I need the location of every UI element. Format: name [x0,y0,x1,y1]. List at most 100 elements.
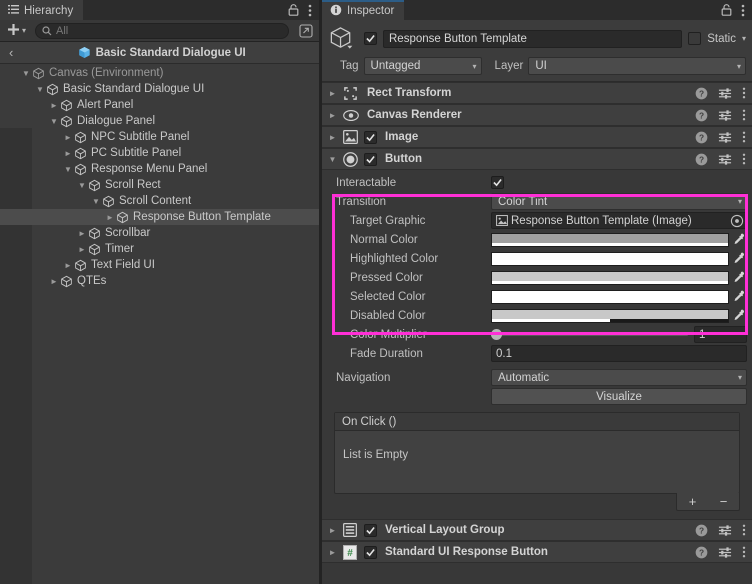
kebab-menu-icon[interactable] [742,109,746,121]
search-input[interactable] [56,24,282,37]
kebab-menu-icon[interactable] [742,87,746,99]
static-checkbox[interactable] [688,32,702,45]
hierarchy-item[interactable]: ▼ Dialogue Panel [0,113,319,129]
chevron-down-icon[interactable]: ▼ [34,85,46,94]
chevron-right-icon[interactable]: ► [62,261,74,270]
tab-inspector[interactable]: Inspector [322,0,405,20]
color-swatch[interactable] [491,289,729,304]
hierarchy-search-field[interactable] [35,22,289,39]
hierarchy-item[interactable]: ► PC Subtitle Panel [0,145,319,161]
interactable-checkbox[interactable] [491,176,504,189]
preset-sliders-icon[interactable] [718,153,732,166]
chevron-right-icon[interactable]: ► [327,548,338,557]
chevron-right-icon[interactable]: ► [76,229,88,238]
hierarchy-item[interactable]: ▼ Basic Standard Dialogue UI [0,81,319,97]
color-multiplier-slider[interactable] [491,328,688,342]
component-header[interactable]: ► Rect Transform? [322,82,752,104]
hierarchy-item[interactable]: ► Response Button Template [0,209,319,225]
help-icon[interactable]: ? [695,109,708,122]
kebab-menu-icon[interactable] [308,4,312,17]
hierarchy-tree[interactable]: ▼ Canvas (Environment) ▼ Basic Standard Dia… [0,64,319,584]
hierarchy-item[interactable]: ► NPC Subtitle Panel [0,129,319,145]
chevron-right-icon[interactable]: ► [327,133,338,142]
kebab-menu-icon[interactable] [742,546,746,558]
chevron-down-icon[interactable]: ▼ [20,69,32,78]
kebab-menu-icon[interactable] [741,4,745,17]
eyedropper-icon[interactable] [729,309,747,322]
component-enabled-checkbox[interactable] [364,152,377,166]
hierarchy-item[interactable]: ▼ Scroll Content [0,193,319,209]
hierarchy-item[interactable]: ▼ Scroll Rect [0,177,319,193]
eyedropper-icon[interactable] [729,233,747,246]
component-enabled-checkbox[interactable] [364,545,377,559]
hierarchy-item[interactable]: ► Text Field UI [0,257,319,273]
kebab-menu-icon[interactable] [742,524,746,536]
transition-dropdown[interactable]: Color Tint ▾ [491,193,747,210]
chevron-right-icon[interactable]: ► [62,149,74,158]
component-enabled-checkbox[interactable] [364,523,377,537]
tab-hierarchy[interactable]: Hierarchy [0,0,84,20]
help-icon[interactable]: ? [695,524,708,537]
visualize-button[interactable]: Visualize [491,388,747,405]
help-icon[interactable]: ? [695,546,708,559]
preset-sliders-icon[interactable] [718,524,732,537]
preset-sliders-icon[interactable] [718,87,732,100]
chevron-right-icon[interactable]: ► [104,213,116,222]
color-swatch[interactable] [491,251,729,266]
chevron-right-icon[interactable]: ► [327,89,338,98]
object-picker-icon[interactable] [730,214,744,228]
chevron-down-icon[interactable]: ▼ [90,197,102,206]
eyedropper-icon[interactable] [729,290,747,303]
hierarchy-item[interactable]: ► Scrollbar [0,225,319,241]
color-swatch[interactable] [491,270,729,285]
component-header[interactable]: ► Canvas Renderer? [322,104,752,126]
kebab-menu-icon[interactable] [742,153,746,165]
lock-icon[interactable] [721,4,732,16]
component-enabled-checkbox[interactable] [364,130,377,144]
preset-sliders-icon[interactable] [718,546,732,559]
color-swatch[interactable] [491,232,729,247]
component-header[interactable]: ► Vertical Layout Group? [322,519,752,541]
chevron-down-icon[interactable]: ▼ [48,117,60,126]
lock-icon[interactable] [288,4,299,16]
chevron-right-icon[interactable]: ► [327,111,338,120]
add-listener-button[interactable]: + [677,493,708,510]
chevron-right-icon[interactable]: ► [48,101,60,110]
hierarchy-item[interactable]: ▼ Response Menu Panel [0,161,319,177]
breadcrumb-back-button[interactable]: ‹ [6,45,16,60]
kebab-menu-icon[interactable] [742,131,746,143]
chevron-right-icon[interactable]: ► [48,277,60,286]
tag-dropdown[interactable]: Untagged ▾ [363,57,482,75]
create-gameobject-button[interactable]: ▾ [5,23,28,39]
help-icon[interactable]: ? [695,87,708,100]
hierarchy-item[interactable]: ► Timer [0,241,319,257]
chevron-down-icon[interactable]: ▼ [327,155,338,164]
preset-sliders-icon[interactable] [718,109,732,122]
gameobject-enabled-checkbox[interactable] [364,32,377,45]
eyedropper-icon[interactable] [729,271,747,284]
target-graphic-object-field[interactable]: Response Button Template (Image) [491,212,747,229]
component-header[interactable]: ► Image? [322,126,752,148]
hierarchy-item[interactable]: ▼ Canvas (Environment) [0,65,319,81]
chevron-right-icon[interactable]: ► [76,245,88,254]
eyedropper-icon[interactable] [729,252,747,265]
layer-dropdown[interactable]: UI ▾ [528,57,746,75]
gameobject-name-field[interactable]: Response Button Template [383,29,683,48]
remove-listener-button[interactable]: − [708,493,739,510]
color-multiplier-value-field[interactable]: 1 [694,326,747,343]
hierarchy-item[interactable]: ► QTEs [0,273,319,289]
chevron-down-icon[interactable]: ▼ [62,165,74,174]
color-swatch[interactable] [491,308,729,323]
component-header[interactable]: ► # Standard UI Response Button? [322,541,752,563]
fade-duration-field[interactable]: 0.1 [491,345,747,362]
open-in-new-button[interactable] [297,23,315,39]
chevron-right-icon[interactable]: ► [62,133,74,142]
navigation-dropdown[interactable]: Automatic ▾ [491,369,747,386]
preset-sliders-icon[interactable] [718,131,732,144]
chevron-down-icon[interactable]: ▼ [76,181,88,190]
chevron-right-icon[interactable]: ► [327,526,338,535]
static-dropdown-chevron-icon[interactable]: ▾ [742,34,746,43]
help-icon[interactable]: ? [695,153,708,166]
help-icon[interactable]: ? [695,131,708,144]
hierarchy-item[interactable]: ► Alert Panel [0,97,319,113]
